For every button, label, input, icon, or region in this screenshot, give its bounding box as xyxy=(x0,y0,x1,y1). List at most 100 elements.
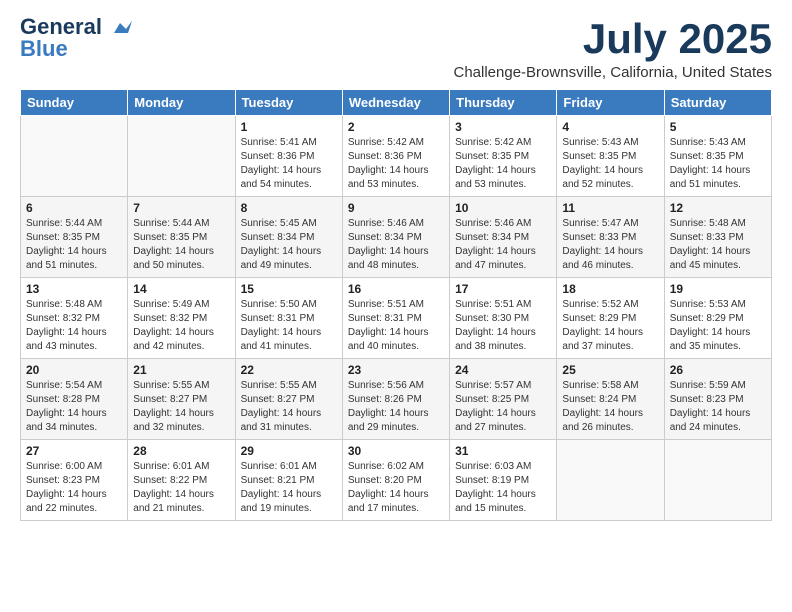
day-info: Sunrise: 5:55 AM Sunset: 8:27 PM Dayligh… xyxy=(133,379,229,435)
day-number: 18 xyxy=(562,282,658,296)
calendar-day-cell: 5 Sunrise: 5:43 AM Sunset: 8:35 PM Daylig… xyxy=(664,116,771,197)
calendar-day-cell: 15 Sunrise: 5:50 AM Sunset: 8:31 PM Dayli… xyxy=(235,278,342,359)
day-info: Sunrise: 5:42 AM Sunset: 8:36 PM Dayligh… xyxy=(348,136,444,192)
day-number: 19 xyxy=(670,282,766,296)
calendar-week-row: 27 Sunrise: 6:00 AM Sunset: 8:23 PM Dayli… xyxy=(21,440,772,521)
day-info: Sunrise: 5:44 AM Sunset: 8:35 PM Dayligh… xyxy=(26,217,122,273)
day-number: 12 xyxy=(670,201,766,215)
day-number: 26 xyxy=(670,363,766,377)
day-number: 27 xyxy=(26,444,122,458)
day-number: 15 xyxy=(241,282,337,296)
calendar-day-cell: 4Sunrise: 5:43 AM Sunset: 8:35 PM Daylig… xyxy=(557,116,664,197)
calendar-table: SundayMondayTuesdayWednesdayThursdayFrid… xyxy=(20,89,772,521)
day-number: 10 xyxy=(455,201,551,215)
logo-bird-icon xyxy=(110,19,132,37)
day-number: 20 xyxy=(26,363,122,377)
day-info: Sunrise: 6:02 AM Sunset: 8:20 PM Dayligh… xyxy=(348,460,444,516)
day-number: 6 xyxy=(26,201,122,215)
calendar-day-cell: 16Sunrise: 5:51 AM Sunset: 8:31 PM Dayli… xyxy=(342,278,449,359)
calendar-day-cell: 27 Sunrise: 6:00 AM Sunset: 8:23 PM Dayli… xyxy=(21,440,128,521)
logo: General Blue xyxy=(20,16,132,60)
day-number: 9 xyxy=(348,201,444,215)
calendar-week-row: 1Sunrise: 5:41 AM Sunset: 8:36 PM Daylig… xyxy=(21,116,772,197)
location-title: Challenge-Brownsville, California, Unite… xyxy=(454,64,773,81)
day-number: 30 xyxy=(348,444,444,458)
day-info: Sunrise: 5:51 AM Sunset: 8:30 PM Dayligh… xyxy=(455,298,551,354)
logo-blue-text: Blue xyxy=(20,38,68,60)
day-number: 28 xyxy=(133,444,229,458)
day-number: 21 xyxy=(133,363,229,377)
day-info: Sunrise: 5:42 AM Sunset: 8:35 PM Dayligh… xyxy=(455,136,551,192)
calendar-day-cell: 13 Sunrise: 5:48 AM Sunset: 8:32 PM Dayli… xyxy=(21,278,128,359)
calendar-day-cell xyxy=(557,440,664,521)
day-number: 2 xyxy=(348,120,444,134)
day-info: Sunrise: 5:59 AM Sunset: 8:23 PM Dayligh… xyxy=(670,379,766,435)
day-info: Sunrise: 6:03 AM Sunset: 8:19 PM Dayligh… xyxy=(455,460,551,516)
day-number: 7 xyxy=(133,201,229,215)
day-number: 5 xyxy=(670,120,766,134)
calendar-day-cell: 1Sunrise: 5:41 AM Sunset: 8:36 PM Daylig… xyxy=(235,116,342,197)
day-info: Sunrise: 5:55 AM Sunset: 8:27 PM Dayligh… xyxy=(241,379,337,435)
calendar-day-cell: 12 Sunrise: 5:48 AM Sunset: 8:33 PM Dayli… xyxy=(664,197,771,278)
calendar-day-header: Sunday xyxy=(21,90,128,116)
calendar-day-cell xyxy=(21,116,128,197)
day-info: Sunrise: 5:56 AM Sunset: 8:26 PM Dayligh… xyxy=(348,379,444,435)
day-info: Sunrise: 5:48 AM Sunset: 8:32 PM Dayligh… xyxy=(26,298,122,354)
calendar-day-cell: 11Sunrise: 5:47 AM Sunset: 8:33 PM Dayli… xyxy=(557,197,664,278)
day-info: Sunrise: 5:47 AM Sunset: 8:33 PM Dayligh… xyxy=(562,217,658,273)
calendar-day-header: Saturday xyxy=(664,90,771,116)
day-info: Sunrise: 5:53 AM Sunset: 8:29 PM Dayligh… xyxy=(670,298,766,354)
calendar-day-cell: 3 Sunrise: 5:42 AM Sunset: 8:35 PM Daylig… xyxy=(450,116,557,197)
title-block: July 2025 Challenge-Brownsville, Califor… xyxy=(454,16,773,81)
calendar-day-cell: 28 Sunrise: 6:01 AM Sunset: 8:22 PM Dayli… xyxy=(128,440,235,521)
calendar-day-cell: 17Sunrise: 5:51 AM Sunset: 8:30 PM Dayli… xyxy=(450,278,557,359)
day-number: 25 xyxy=(562,363,658,377)
day-number: 1 xyxy=(241,120,337,134)
calendar-day-cell: 18 Sunrise: 5:52 AM Sunset: 8:29 PM Dayli… xyxy=(557,278,664,359)
day-number: 24 xyxy=(455,363,551,377)
day-info: Sunrise: 6:01 AM Sunset: 8:22 PM Dayligh… xyxy=(133,460,229,516)
calendar-day-cell: 14 Sunrise: 5:49 AM Sunset: 8:32 PM Dayli… xyxy=(128,278,235,359)
logo-text: General xyxy=(20,16,132,38)
calendar-day-cell: 19 Sunrise: 5:53 AM Sunset: 8:29 PM Dayli… xyxy=(664,278,771,359)
calendar-week-row: 20 Sunrise: 5:54 AM Sunset: 8:28 PM Dayli… xyxy=(21,359,772,440)
day-number: 16 xyxy=(348,282,444,296)
calendar-day-cell xyxy=(664,440,771,521)
day-info: Sunrise: 5:48 AM Sunset: 8:33 PM Dayligh… xyxy=(670,217,766,273)
calendar-day-cell: 6 Sunrise: 5:44 AM Sunset: 8:35 PM Daylig… xyxy=(21,197,128,278)
calendar-day-cell: 20 Sunrise: 5:54 AM Sunset: 8:28 PM Dayli… xyxy=(21,359,128,440)
calendar-day-cell xyxy=(128,116,235,197)
day-info: Sunrise: 5:54 AM Sunset: 8:28 PM Dayligh… xyxy=(26,379,122,435)
day-info: Sunrise: 5:45 AM Sunset: 8:34 PM Dayligh… xyxy=(241,217,337,273)
day-number: 8 xyxy=(241,201,337,215)
month-title: July 2025 xyxy=(454,16,773,62)
calendar-day-header: Thursday xyxy=(450,90,557,116)
day-info: Sunrise: 5:44 AM Sunset: 8:35 PM Dayligh… xyxy=(133,217,229,273)
day-info: Sunrise: 5:57 AM Sunset: 8:25 PM Dayligh… xyxy=(455,379,551,435)
calendar-day-cell: 31Sunrise: 6:03 AM Sunset: 8:19 PM Dayli… xyxy=(450,440,557,521)
day-info: Sunrise: 5:46 AM Sunset: 8:34 PM Dayligh… xyxy=(455,217,551,273)
day-number: 13 xyxy=(26,282,122,296)
calendar-week-row: 13 Sunrise: 5:48 AM Sunset: 8:32 PM Dayli… xyxy=(21,278,772,359)
calendar-day-cell: 30 Sunrise: 6:02 AM Sunset: 8:20 PM Dayli… xyxy=(342,440,449,521)
calendar-day-cell: 2 Sunrise: 5:42 AM Sunset: 8:36 PM Daylig… xyxy=(342,116,449,197)
calendar-day-cell: 7 Sunrise: 5:44 AM Sunset: 8:35 PM Daylig… xyxy=(128,197,235,278)
calendar-day-header: Wednesday xyxy=(342,90,449,116)
calendar-day-cell: 21 Sunrise: 5:55 AM Sunset: 8:27 PM Dayli… xyxy=(128,359,235,440)
calendar-header-row: SundayMondayTuesdayWednesdayThursdayFrid… xyxy=(21,90,772,116)
day-number: 22 xyxy=(241,363,337,377)
day-info: Sunrise: 6:00 AM Sunset: 8:23 PM Dayligh… xyxy=(26,460,122,516)
calendar-day-cell: 9Sunrise: 5:46 AM Sunset: 8:34 PM Daylig… xyxy=(342,197,449,278)
day-number: 23 xyxy=(348,363,444,377)
calendar-week-row: 6 Sunrise: 5:44 AM Sunset: 8:35 PM Daylig… xyxy=(21,197,772,278)
calendar-day-cell: 24 Sunrise: 5:57 AM Sunset: 8:25 PM Dayli… xyxy=(450,359,557,440)
day-number: 14 xyxy=(133,282,229,296)
day-info: Sunrise: 5:52 AM Sunset: 8:29 PM Dayligh… xyxy=(562,298,658,354)
day-number: 3 xyxy=(455,120,551,134)
calendar-day-cell: 25Sunrise: 5:58 AM Sunset: 8:24 PM Dayli… xyxy=(557,359,664,440)
day-number: 29 xyxy=(241,444,337,458)
day-info: Sunrise: 5:49 AM Sunset: 8:32 PM Dayligh… xyxy=(133,298,229,354)
day-info: Sunrise: 5:50 AM Sunset: 8:31 PM Dayligh… xyxy=(241,298,337,354)
day-info: Sunrise: 5:43 AM Sunset: 8:35 PM Dayligh… xyxy=(670,136,766,192)
day-info: Sunrise: 5:43 AM Sunset: 8:35 PM Dayligh… xyxy=(562,136,658,192)
